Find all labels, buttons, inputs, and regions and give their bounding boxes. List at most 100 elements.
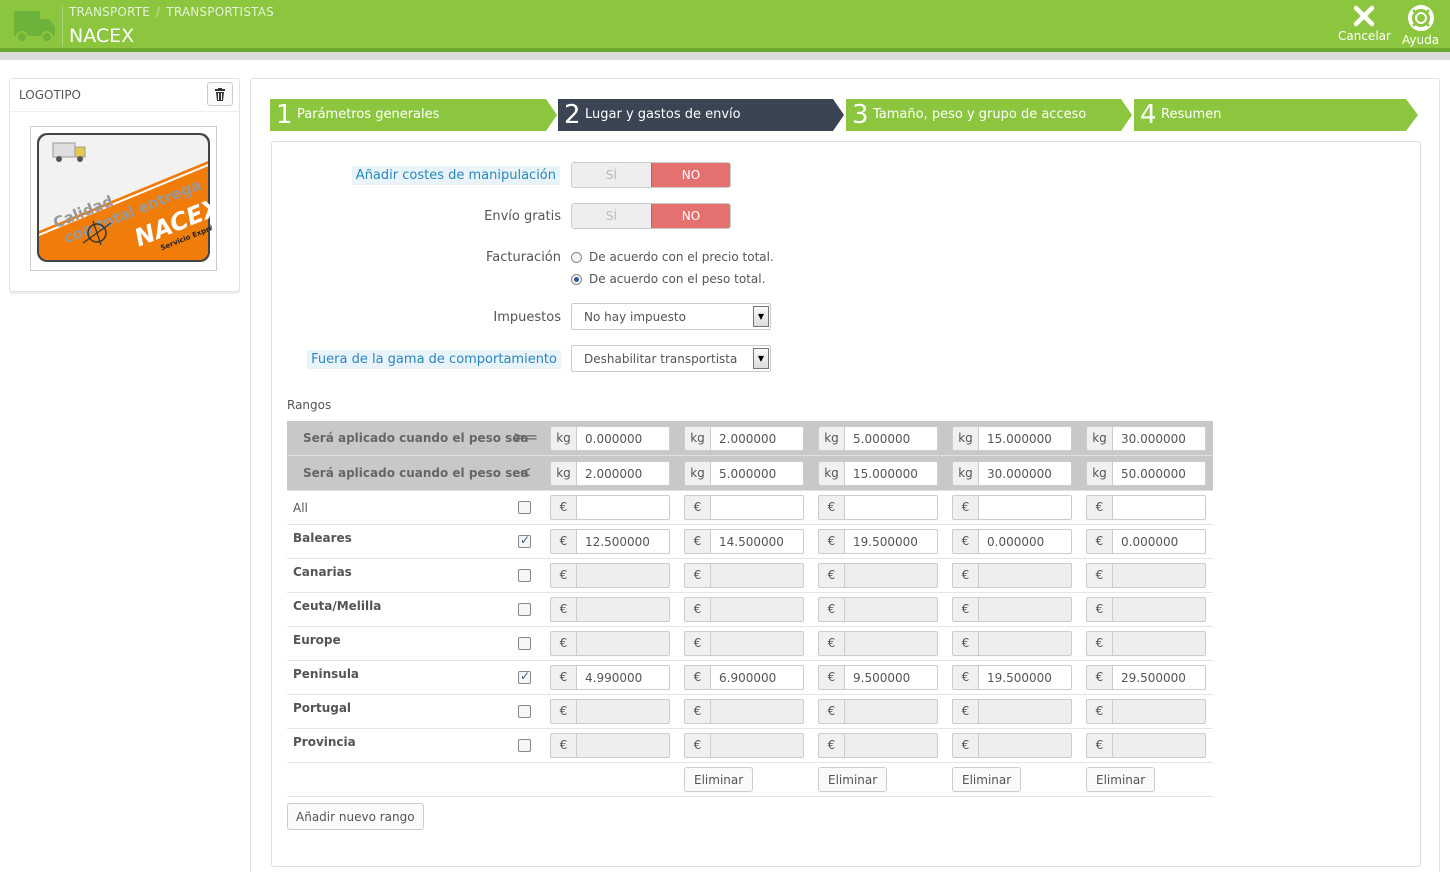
radio-button[interactable] xyxy=(571,252,582,263)
zone-checkbox[interactable] xyxy=(518,739,531,752)
input-addon: € xyxy=(684,597,710,622)
delete-range-button[interactable]: Eliminar xyxy=(818,767,888,792)
step-3[interactable]: 3 Tamaño, peso y grupo de acceso xyxy=(846,99,1136,131)
range-to-field-input[interactable]: 30.000000 xyxy=(978,461,1072,486)
toggle-no[interactable]: NO xyxy=(651,163,730,187)
price-field-input[interactable] xyxy=(1112,597,1206,622)
price-field-input[interactable] xyxy=(844,699,938,724)
out-of-range-select[interactable]: Deshabilitar transportista ▼ xyxy=(571,345,771,372)
price-field-input[interactable] xyxy=(576,699,670,724)
range-from-field-input[interactable]: 30.000000 xyxy=(1112,426,1206,451)
price-field-input[interactable] xyxy=(844,495,938,520)
price-field-input[interactable]: 9.500000 xyxy=(844,665,938,690)
toggle-no[interactable]: NO xyxy=(651,204,730,228)
range-to-field-input[interactable]: 5.000000 xyxy=(710,461,804,486)
zone-checkbox[interactable] xyxy=(518,637,531,650)
billing-option-price[interactable]: De acuerdo con el precio total. xyxy=(571,250,774,264)
cancel-button[interactable]: Cancelar xyxy=(1338,4,1391,43)
breadcrumb-item[interactable]: TRANSPORTE xyxy=(69,5,150,19)
price-field-input[interactable]: 6.900000 xyxy=(710,665,804,690)
price-field-input[interactable]: 12.500000 xyxy=(576,529,670,554)
range-to-field-input[interactable]: 15.000000 xyxy=(844,461,938,486)
input-addon: kg xyxy=(550,461,576,486)
free-shipping-toggle[interactable]: SÍ NO xyxy=(571,203,731,229)
input-addon: € xyxy=(1086,733,1112,758)
price-field-input[interactable] xyxy=(576,597,670,622)
delete-range-button[interactable]: Eliminar xyxy=(1086,767,1156,792)
zone-name: Provincia xyxy=(293,735,356,749)
price-field-input[interactable] xyxy=(576,631,670,656)
range-from-field-input[interactable]: 0.000000 xyxy=(576,426,670,451)
price-field-input[interactable] xyxy=(844,597,938,622)
price-field-input[interactable] xyxy=(710,631,804,656)
price-field-input[interactable] xyxy=(978,699,1072,724)
zone-checkbox[interactable] xyxy=(518,569,531,582)
price-field-input[interactable]: 14.500000 xyxy=(710,529,804,554)
range-from-field: kg 0.000000 xyxy=(550,426,670,451)
delete-range-button[interactable]: Eliminar xyxy=(952,767,1022,792)
radio-button-selected[interactable] xyxy=(571,274,582,285)
price-field-input[interactable] xyxy=(1112,733,1206,758)
step-4[interactable]: 4 Resumen xyxy=(1134,99,1420,131)
breadcrumb-item[interactable]: TRANSPORTISTAS xyxy=(166,5,274,19)
step-2[interactable]: 2 Lugar y gastos de envío xyxy=(558,99,848,131)
zone-checkbox[interactable] xyxy=(518,705,531,718)
price-field-input[interactable] xyxy=(978,733,1072,758)
price-field-input[interactable] xyxy=(844,733,938,758)
range-to-field-input[interactable]: 2.000000 xyxy=(576,461,670,486)
price-field-input[interactable] xyxy=(576,563,670,588)
price-field-input[interactable] xyxy=(1112,495,1206,520)
range-to-field-input[interactable]: 50.000000 xyxy=(1112,461,1206,486)
price-field-input[interactable]: 4.990000 xyxy=(576,665,670,690)
dropdown-arrow-icon: ▼ xyxy=(753,348,769,369)
price-field-input[interactable] xyxy=(710,597,804,622)
tax-select[interactable]: No hay impuesto ▼ xyxy=(571,303,771,330)
range-from-field-input[interactable]: 5.000000 xyxy=(844,426,938,451)
price-field-input[interactable] xyxy=(1112,563,1206,588)
price-field-input[interactable] xyxy=(978,495,1072,520)
price-field-input[interactable] xyxy=(710,563,804,588)
price-field-input[interactable] xyxy=(978,631,1072,656)
range-from-field-input[interactable]: 15.000000 xyxy=(978,426,1072,451)
range-to-field: kg 50.000000 xyxy=(1086,461,1206,486)
billing-option-weight[interactable]: De acuerdo con el peso total. xyxy=(571,272,765,286)
zone-checkbox[interactable] xyxy=(518,603,531,616)
range-from-field-input[interactable]: 2.000000 xyxy=(710,426,804,451)
input-addon: € xyxy=(684,631,710,656)
price-field-input[interactable]: 29.500000 xyxy=(1112,665,1206,690)
zone-checkbox[interactable] xyxy=(518,501,531,514)
price-field: €0.000000 xyxy=(1086,529,1206,554)
price-field-input[interactable] xyxy=(576,733,670,758)
price-field-input[interactable]: 19.500000 xyxy=(844,529,938,554)
price-field-input[interactable]: 0.000000 xyxy=(1112,529,1206,554)
price-field-input[interactable] xyxy=(978,597,1072,622)
delete-logo-button[interactable] xyxy=(207,82,233,106)
add-range-button[interactable]: Añadir nuevo rango xyxy=(287,803,424,830)
price-field-input[interactable] xyxy=(710,699,804,724)
price-field-input[interactable] xyxy=(978,563,1072,588)
price-field-input[interactable] xyxy=(710,733,804,758)
price-field: € xyxy=(952,733,1072,758)
zone-checkbox[interactable] xyxy=(518,669,531,684)
zone-checkbox[interactable] xyxy=(518,533,531,548)
price-field-input[interactable] xyxy=(844,631,938,656)
delete-range-button[interactable]: Eliminar xyxy=(684,767,754,792)
price-field-input[interactable] xyxy=(1112,631,1206,656)
price-field-input[interactable] xyxy=(710,495,804,520)
price-field-input[interactable]: 19.500000 xyxy=(978,665,1072,690)
price-field: € xyxy=(952,631,1072,656)
toggle-yes[interactable]: SÍ xyxy=(572,204,651,228)
price-field-input[interactable] xyxy=(1112,699,1206,724)
price-field: € xyxy=(684,597,804,622)
price-field: € xyxy=(952,495,1072,520)
handling-costs-toggle[interactable]: SÍ NO xyxy=(571,162,731,188)
price-field-input[interactable] xyxy=(576,495,670,520)
help-button[interactable]: Ayuda xyxy=(1402,4,1439,47)
input-addon: kg xyxy=(818,461,844,486)
step-1[interactable]: 1 Parámetros generales xyxy=(270,99,560,131)
price-field-input[interactable]: 0.000000 xyxy=(978,529,1072,554)
input-addon: € xyxy=(1086,597,1112,622)
toggle-yes[interactable]: SÍ xyxy=(572,163,651,187)
price-field-input[interactable] xyxy=(844,563,938,588)
truck-icon xyxy=(14,11,55,43)
